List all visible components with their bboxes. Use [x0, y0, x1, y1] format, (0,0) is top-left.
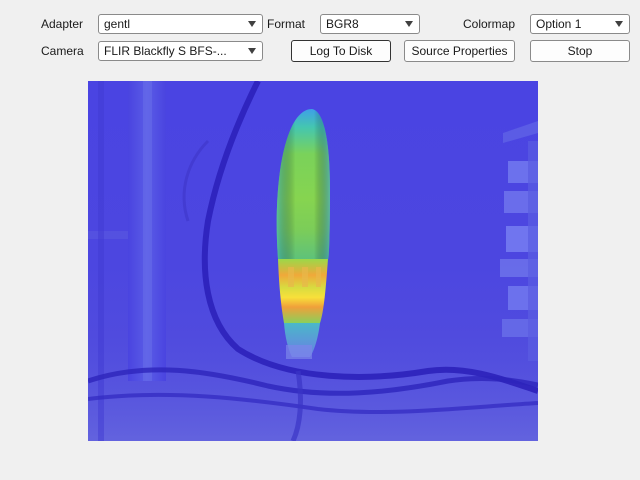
adapter-dropdown-value: gentl: [104, 17, 131, 31]
stop-button[interactable]: Stop: [530, 40, 630, 62]
format-dropdown-value: BGR8: [326, 17, 359, 31]
camera-preview-app: Adapter gentl Format BGR8 Colormap Optio…: [0, 0, 640, 480]
colormap-label: Colormap: [463, 17, 516, 31]
adapter-dropdown[interactable]: gentl: [98, 14, 263, 34]
camera-dropdown[interactable]: FLIR Blackfly S BFS-...: [98, 41, 263, 61]
camera-label: Camera: [41, 44, 84, 58]
colormap-dropdown-value: Option 1: [536, 17, 582, 31]
camera-preview-image: [88, 81, 538, 441]
format-dropdown[interactable]: BGR8: [320, 14, 420, 34]
chevron-down-icon: [405, 21, 413, 27]
source-properties-button[interactable]: Source Properties: [404, 40, 515, 62]
chevron-down-icon: [248, 48, 256, 54]
camera-dropdown-value: FLIR Blackfly S BFS-...: [104, 44, 227, 58]
adapter-label: Adapter: [41, 17, 84, 31]
chevron-down-icon: [615, 21, 623, 27]
colormap-dropdown[interactable]: Option 1: [530, 14, 630, 34]
chevron-down-icon: [248, 21, 256, 27]
thermal-image: [88, 81, 538, 441]
log-to-disk-button[interactable]: Log To Disk: [291, 40, 391, 62]
format-label: Format: [267, 17, 306, 31]
